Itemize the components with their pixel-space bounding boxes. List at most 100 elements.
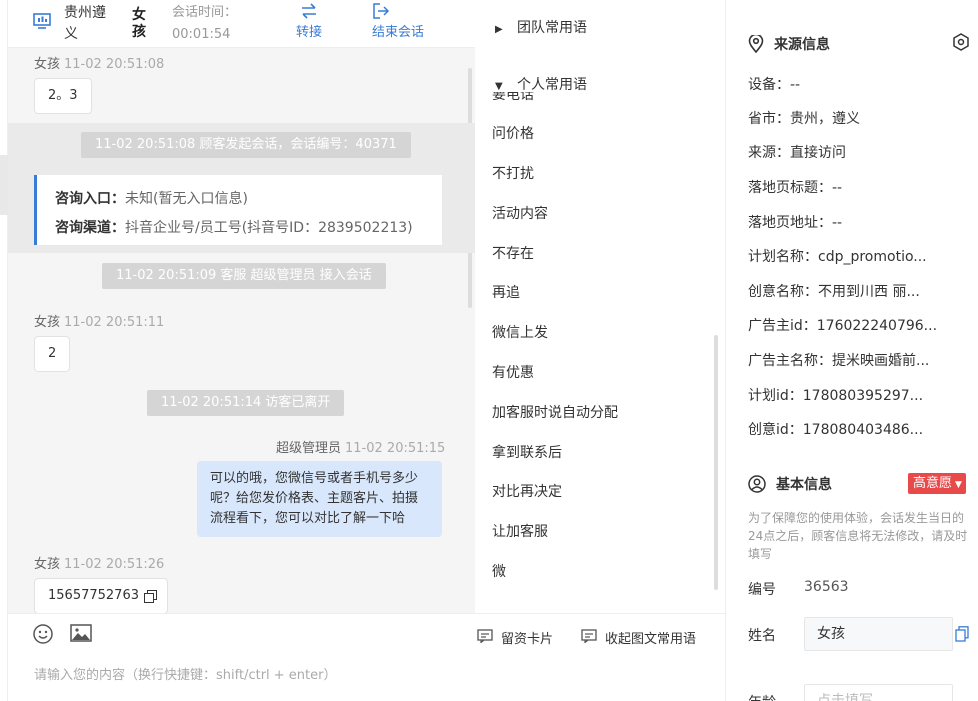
phrase-item[interactable]: 不存在	[492, 243, 534, 263]
phrase-item[interactable]: 微信上发	[492, 322, 548, 342]
message-meta: 女孩 11-02 20:51:08	[34, 53, 164, 72]
lead-card-button[interactable]: 留资卡片	[477, 628, 553, 647]
channel-label: 咨询渠道：	[55, 220, 125, 236]
channel-row: 咨询渠道：抖音企业号/员工号(抖音号ID：2839502213)	[55, 214, 442, 243]
phone-number-text: 15657752763	[48, 588, 139, 603]
visitor-message-bubble: 2	[34, 336, 71, 372]
transfer-label: 转接	[296, 25, 323, 40]
phrase-item[interactable]: 问价格	[492, 123, 534, 143]
name-field[interactable]: 女孩	[804, 617, 953, 651]
visitor-location: 贵州遵义	[64, 5, 106, 42]
collapse-phrases-button[interactable]: 收起图文常用语	[581, 628, 696, 647]
left-edge-marker	[0, 155, 8, 215]
phrase-item[interactable]: 活动内容	[492, 203, 548, 223]
session-time-label: 会话时间：	[172, 5, 238, 20]
chat-panel: 贵州遵义 女孩 会话时间： 00:01:54 转接 结束会话 女孩 11-02 2…	[8, 0, 475, 701]
personal-phrase-list[interactable]: 要电话 问价格 不打扰 活动内容 不存在 再追 微信上发 有优惠 加客服时说自动…	[475, 92, 715, 602]
info-device: 设备：--	[748, 77, 801, 93]
phrase-item[interactable]: 对比再决定	[492, 481, 562, 501]
name-label: 姓名	[748, 628, 776, 644]
collapse-phrases-label: 收起图文常用语	[605, 632, 697, 647]
copy-icon[interactable]	[955, 626, 969, 646]
entry-label: 咨询入口：	[55, 191, 125, 207]
age-field[interactable]: 点击填写	[804, 684, 953, 701]
sender-name: 女孩	[34, 57, 61, 72]
logout-icon	[372, 3, 424, 23]
system-message: 11-02 20:51:14 访客已离开	[147, 390, 345, 416]
team-phrases-label: 团队常用语	[517, 20, 587, 36]
visitor-message-bubble: 2。3	[34, 78, 92, 114]
visitor-message-bubble: 15657752763	[34, 578, 168, 613]
info-plan-name: 计划名称：cdp_promotio...	[748, 249, 927, 265]
system-message: 11-02 20:51:08 顾客发起会话，会话编号：40371	[81, 132, 411, 158]
agent-message-bubble: 可以的哦，您微信号或者手机号多少呢？给您发价格表、主题客片、拍摄流程看下，您可以…	[197, 461, 442, 537]
message-meta: 超级管理员 11-02 20:51:15	[276, 437, 445, 456]
lead-card-label: 留资卡片	[501, 632, 554, 647]
message-time: 11-02 20:51:26	[64, 557, 165, 572]
basic-info-label: 基本信息	[776, 477, 832, 493]
phrase-item[interactable]: 加客服时说自动分配	[492, 402, 618, 422]
emoji-icon[interactable]	[33, 624, 53, 648]
card-icon	[477, 628, 493, 647]
end-session-button[interactable]: 结束会话	[372, 3, 424, 43]
personal-phrases-label: 个人常用语	[517, 77, 587, 93]
edit-notice: 为了保障您的使用体验，会话发生当日的24点之后，顾客信息将无法修改，请及时填写	[748, 511, 968, 561]
info-landing-title: 落地页标题：--	[748, 180, 843, 196]
age-label: 年龄	[748, 692, 776, 701]
phrases-scrollbar[interactable]	[714, 335, 718, 590]
info-landing-url: 落地页地址：--	[748, 215, 843, 231]
info-province-city: 省市：贵州，遵义	[748, 111, 860, 127]
end-session-label: 结束会话	[372, 25, 425, 40]
info-creative-name: 创意名称：不用到川西 丽...	[748, 284, 920, 300]
message-time: 11-02 20:51:08	[64, 57, 165, 72]
transfer-icon	[296, 3, 322, 23]
info-plan-id: 计划id：178080395297...	[748, 388, 924, 404]
phrase-item[interactable]: 要电话	[492, 92, 534, 104]
left-edge-strip	[0, 0, 8, 701]
team-phrases-toggle[interactable]: ▶ 团队常用语	[495, 17, 587, 37]
info-creative-id: 创意id：178080403486...	[748, 422, 924, 438]
visitor-info-panel: 来源信息 设备：-- 省市：贵州，遵义 来源：直接访问 落地页标题：-- 落地页…	[727, 0, 978, 701]
phrase-item[interactable]: 不打扰	[492, 163, 534, 183]
personal-phrases-toggle[interactable]: ▼ 个人常用语	[495, 74, 587, 94]
eye-icon[interactable]	[952, 33, 970, 55]
phrase-item[interactable]: 让加客服	[492, 521, 548, 541]
entry-info-card: 咨询入口：未知(暂无入口信息) 咨询渠道：抖音企业号/员工号(抖音号ID：283…	[34, 175, 442, 245]
sender-name: 女孩	[34, 557, 61, 572]
source-info-title: 来源信息	[748, 34, 830, 54]
caret-right-icon: ▶	[495, 24, 503, 35]
sender-name: 超级管理员	[276, 441, 342, 456]
chat-header: 贵州遵义 女孩 会话时间： 00:01:54 转接 结束会话	[8, 0, 475, 48]
chat-input-area[interactable]: 请输入您的内容（换行快捷键：shift/ctrl + enter）	[8, 613, 475, 701]
source-info-label: 来源信息	[774, 37, 830, 53]
phrase-item[interactable]: 微	[492, 561, 506, 581]
phrase-item[interactable]: 再追	[492, 282, 520, 302]
basic-info-title: 基本信息	[748, 474, 832, 494]
message-list[interactable]: 女孩 11-02 20:51:08 2。3 11-02 20:51:08 顾客发起…	[8, 48, 475, 613]
message-meta: 女孩 11-02 20:51:26	[34, 553, 164, 572]
transfer-button[interactable]: 转接	[296, 3, 322, 43]
message-time: 11-02 20:51:15	[345, 441, 446, 456]
phrases-footer: 留资卡片 收起图文常用语	[475, 613, 726, 701]
phrases-panel: ▶ 团队常用语 ▼ 个人常用语 要电话 问价格 不打扰 活动内容 不存在 再追 微信…	[475, 0, 726, 701]
info-advertiser-name: 广告主名称：提米映画婚前...	[748, 353, 930, 369]
image-icon[interactable]	[70, 624, 92, 646]
intent-level-dropdown[interactable]: 高意愿 ▼	[908, 473, 966, 494]
copy-icon[interactable]	[143, 590, 157, 609]
session-time: 00:01:54	[172, 27, 231, 42]
id-value: 36563	[804, 579, 849, 595]
entry-row: 咨询入口：未知(暂无入口信息)	[55, 185, 442, 214]
message-icon	[581, 628, 597, 647]
phrase-item[interactable]: 拿到联系后	[492, 442, 562, 462]
id-label: 编号	[748, 582, 776, 598]
caret-down-icon: ▼	[495, 81, 503, 92]
intent-level-label: 高意愿	[913, 476, 953, 491]
location-pin-icon	[748, 35, 764, 53]
phrase-item[interactable]: 有优惠	[492, 362, 534, 382]
info-advertiser-id: 广告主id：176022240796...	[748, 318, 938, 334]
caret-down-icon: ▼	[955, 480, 962, 490]
entry-value: 未知(暂无入口信息)	[125, 191, 248, 207]
visitor-name: 女孩	[132, 7, 146, 40]
message-meta: 女孩 11-02 20:51:11	[34, 311, 164, 330]
message-input[interactable]: 请输入您的内容（换行快捷键：shift/ctrl + enter）	[34, 664, 337, 683]
